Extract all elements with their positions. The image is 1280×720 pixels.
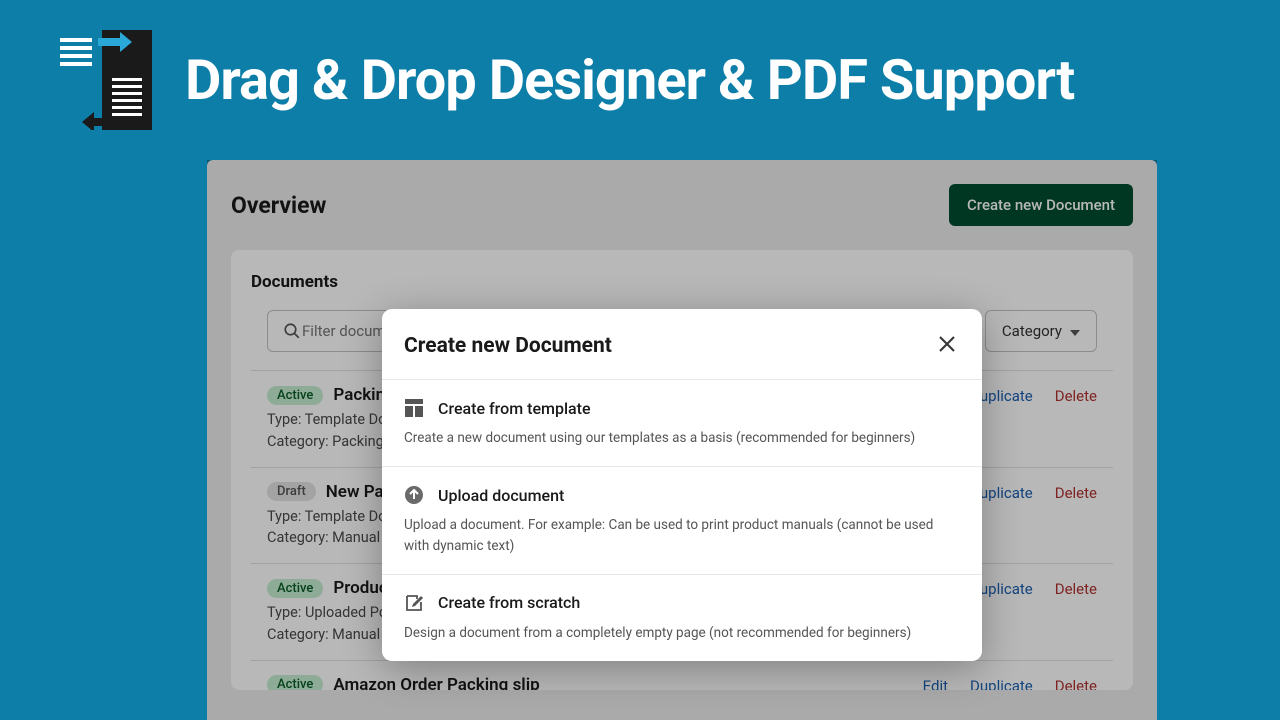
create-document-modal: Create new Document Create from template… (382, 309, 982, 661)
option-description: Design a document from a completely empt… (404, 623, 960, 643)
option-description: Create a new document using our template… (404, 428, 960, 448)
option-label: Create from template (438, 399, 591, 418)
option-label: Create from scratch (438, 593, 580, 612)
hero-title: Drag & Drop Designer & PDF Support (185, 47, 1074, 113)
option-create-from-scratch[interactable]: Create from scratch Design a document fr… (382, 574, 982, 661)
hero-banner: Drag & Drop Designer & PDF Support (0, 0, 1280, 160)
option-description: Upload a document. For example: Can be u… (404, 515, 960, 556)
modal-title: Create new Document (404, 334, 612, 358)
upload-icon (404, 485, 424, 505)
app-logo-icon (60, 30, 155, 130)
template-icon (404, 398, 424, 418)
option-label: Upload document (438, 486, 564, 505)
close-icon (938, 342, 956, 357)
edit-icon (404, 593, 424, 613)
close-button[interactable] (934, 331, 960, 361)
option-upload-document[interactable]: Upload document Upload a document. For e… (382, 466, 982, 574)
option-create-from-template[interactable]: Create from template Create a new docume… (382, 379, 982, 466)
